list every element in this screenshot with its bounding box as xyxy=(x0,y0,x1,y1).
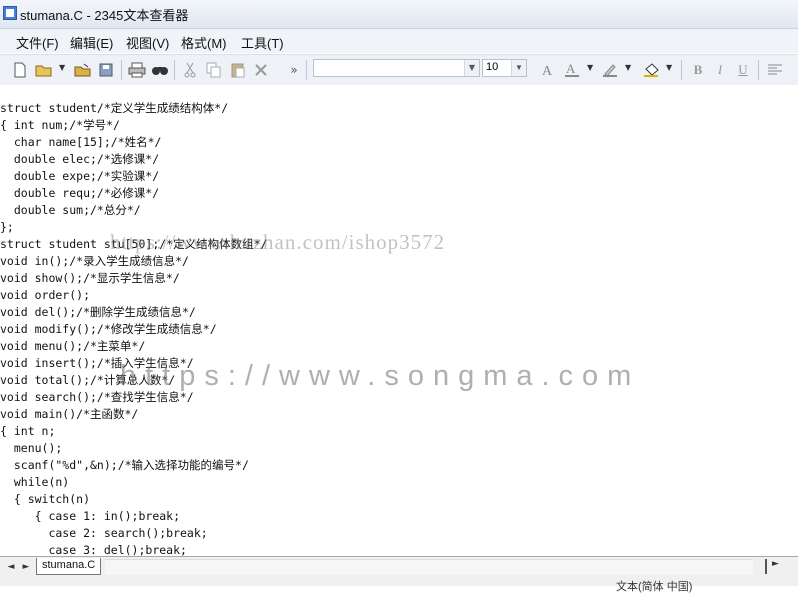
text-color-icon[interactable]: A xyxy=(562,60,582,80)
menu-view[interactable]: 视图(V) xyxy=(126,33,169,52)
save-icon[interactable] xyxy=(96,60,116,80)
more-icon[interactable]: » xyxy=(284,60,304,80)
svg-text:A: A xyxy=(542,64,553,78)
code-line: { switch(n) xyxy=(0,492,91,506)
code-line: { int num;/*学号*/ xyxy=(0,118,120,132)
horizontal-scrollbar[interactable] xyxy=(105,559,753,575)
menu-edit[interactable]: 编辑(E) xyxy=(70,33,113,52)
menu-format[interactable]: 格式(M) xyxy=(181,33,227,52)
tab-stumana[interactable]: stumana.C xyxy=(36,558,102,575)
scrollbar-grip[interactable] xyxy=(765,559,767,574)
tab-next-icon[interactable]: ► xyxy=(19,560,33,574)
watermark-songma: https://www.songma.com xyxy=(120,360,641,392)
delete-icon[interactable] xyxy=(251,60,271,80)
align-left-icon[interactable] xyxy=(765,60,785,80)
font-name-select[interactable]: ▼ xyxy=(313,59,480,77)
open-dropdown-icon[interactable]: ▼ xyxy=(59,63,65,72)
code-line: double elec;/*选修课*/ xyxy=(0,152,160,166)
scroll-right-icon[interactable]: ► xyxy=(772,559,779,569)
menu-tools[interactable]: 工具(T) xyxy=(241,33,284,52)
menu-bar: 文件(F) 编辑(E) 视图(V) 格式(M) 工具(T) xyxy=(0,29,798,53)
scroll-right-area: ► xyxy=(757,557,798,576)
status-bar: ◄ ► stumana.C ► 文本(简体 中国) xyxy=(0,556,798,593)
underline-icon[interactable]: U xyxy=(733,60,753,80)
code-line: menu(); xyxy=(0,441,63,455)
code-line: struct student/*定义学生成绩结构体*/ xyxy=(0,101,229,115)
code-line: void show();/*显示学生信息*/ xyxy=(0,271,180,285)
highlight-icon[interactable] xyxy=(600,60,620,80)
code-line: void in();/*录入学生成绩信息*/ xyxy=(0,254,189,268)
new-file-icon[interactable] xyxy=(10,60,30,80)
code-line: double requ;/*必修课*/ xyxy=(0,186,160,200)
svg-text:A: A xyxy=(566,62,576,76)
app-icon xyxy=(3,6,17,20)
copy-icon[interactable] xyxy=(204,60,224,80)
open-recent-icon[interactable] xyxy=(73,60,93,80)
font-size-value: 10 xyxy=(486,61,499,73)
fill-icon[interactable] xyxy=(642,60,662,80)
encoding-status: 文本(简体 中国) xyxy=(616,581,693,593)
tab-prev-icon[interactable]: ◄ xyxy=(4,560,18,574)
code-line: }; xyxy=(0,220,14,234)
paste-icon[interactable] xyxy=(228,60,248,80)
code-line: { case 1: in();break; xyxy=(0,509,181,523)
watermark-huzhan: https://www.huzhan.com/ishop3572 xyxy=(110,230,446,254)
code-line: while(n) xyxy=(0,475,70,489)
code-line: void menu();/*主菜单*/ xyxy=(0,339,146,353)
print-icon[interactable] xyxy=(127,60,147,80)
code-line: case 3: del();break; xyxy=(0,543,187,556)
bold-icon[interactable]: B xyxy=(688,60,708,80)
fill-dropdown-icon[interactable]: ▼ xyxy=(666,63,672,72)
highlight-dropdown-icon[interactable]: ▼ xyxy=(625,63,631,72)
code-line: void main()/*主函数*/ xyxy=(0,407,139,421)
code-line: void order(); xyxy=(0,288,91,302)
italic-icon[interactable]: I xyxy=(710,60,730,80)
code-line: double sum;/*总分*/ xyxy=(0,203,141,217)
text-color-dropdown-icon[interactable]: ▼ xyxy=(587,63,593,72)
menu-file[interactable]: 文件(F) xyxy=(16,33,59,52)
code-line: char name[15];/*姓名*/ xyxy=(0,135,162,149)
find-icon[interactable] xyxy=(150,60,170,80)
title-bar: stumana.C - 2345文本查看器 xyxy=(0,0,798,29)
window-title: stumana.C - 2345文本查看器 xyxy=(20,8,189,23)
code-line: void del();/*删除学生成绩信息*/ xyxy=(0,305,196,319)
text-editor[interactable]: struct student/*定义学生成绩结构体*/ { int num;/*… xyxy=(0,85,798,556)
font-size-select[interactable]: 10 ▼ xyxy=(482,59,527,77)
code-line: { int n; xyxy=(0,424,56,438)
open-folder-icon[interactable] xyxy=(34,60,54,80)
chevron-down-icon[interactable]: ▼ xyxy=(511,60,526,76)
font-color-a-icon[interactable]: A xyxy=(538,60,558,80)
cut-icon[interactable] xyxy=(180,60,200,80)
code-line: scanf("%d",&n);/*输入选择功能的编号*/ xyxy=(0,458,249,472)
code-line: double expe;/*实验课*/ xyxy=(0,169,160,183)
chevron-down-icon[interactable]: ▼ xyxy=(464,60,479,76)
code-line: void modify();/*修改学生成绩信息*/ xyxy=(0,322,217,336)
code-line: case 2: search();break; xyxy=(0,526,208,540)
